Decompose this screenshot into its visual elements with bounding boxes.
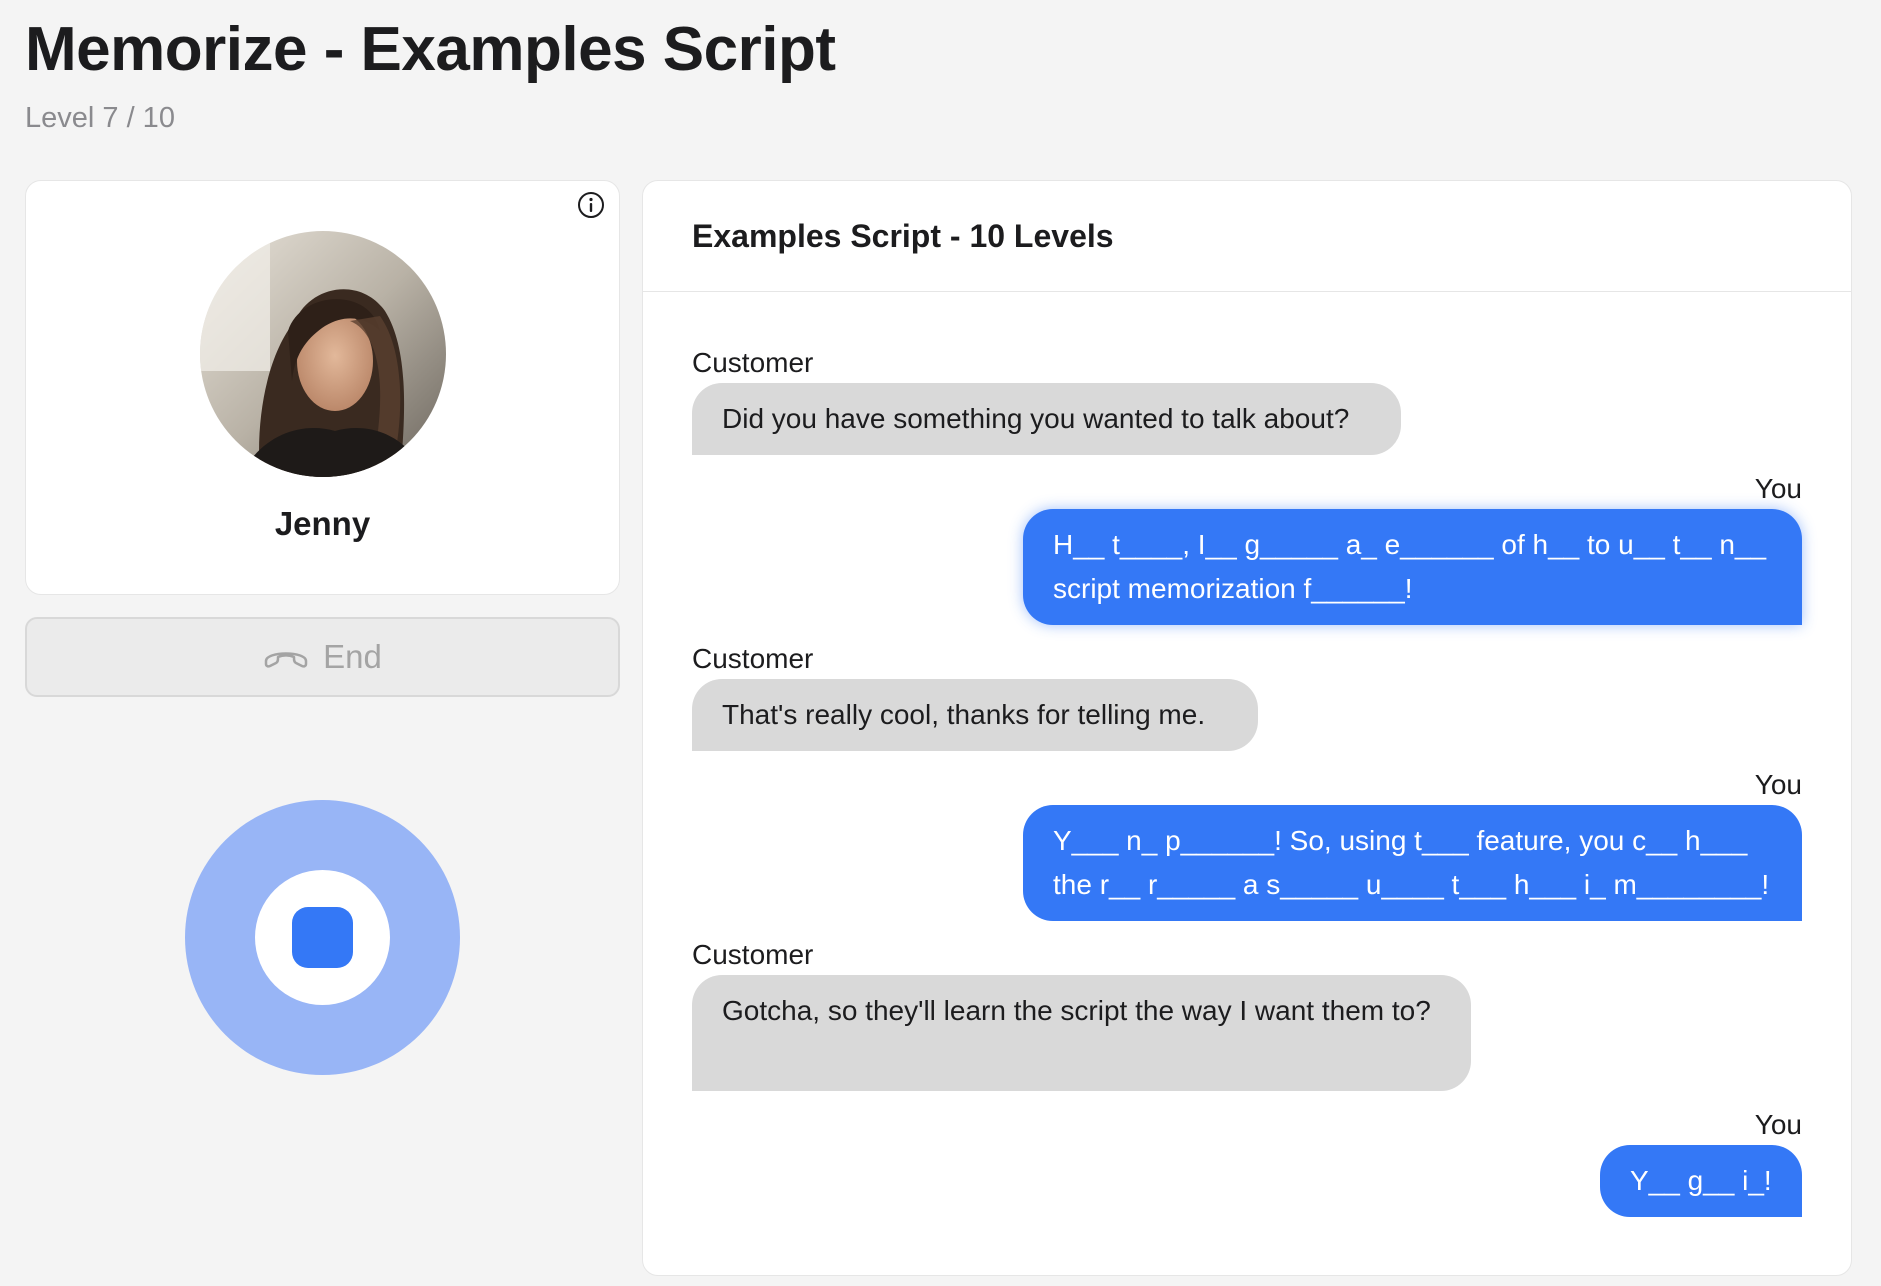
recording-indicator	[185, 800, 460, 1075]
caller-profile-card: Jenny	[25, 180, 620, 595]
message-bubble: Did you have something you wanted to tal…	[692, 383, 1401, 455]
recording-inner-ring	[255, 870, 390, 1005]
message-bubble: H__ t____, I__ g_____ a_ e______ of h__ …	[1023, 509, 1802, 625]
message-bubble: That's really cool, thanks for telling m…	[692, 679, 1258, 751]
message-sender: Customer	[692, 347, 814, 378]
stop-icon[interactable]	[292, 907, 353, 968]
caller-avatar	[200, 231, 446, 477]
message-bubble: Gotcha, so they'll learn the script the …	[692, 975, 1471, 1091]
message-sender: You	[1754, 1109, 1802, 1140]
message-customer: Customer Did you have something you want…	[692, 346, 1401, 455]
message-you: You H__ t____, I__ g_____ a_ e______ of …	[1002, 472, 1802, 625]
profile-photo	[200, 231, 446, 477]
level-indicator: Level 7 / 10	[25, 102, 175, 134]
page: Memorize - Examples Script Level 7 / 10	[0, 0, 1881, 1286]
end-call-button[interactable]: End	[25, 617, 620, 697]
message-you: You Y__ g__ i_!	[1502, 1108, 1802, 1217]
script-panel-header: Examples Script - 10 Levels	[643, 181, 1851, 292]
page-title: Memorize - Examples Script	[25, 15, 836, 84]
message-sender: Customer	[692, 939, 814, 970]
end-call-label: End	[323, 638, 382, 675]
script-panel: Examples Script - 10 Levels Customer Did…	[642, 180, 1852, 1276]
message-sender: You	[1754, 473, 1802, 504]
message-sender: Customer	[692, 643, 814, 674]
script-panel-title: Examples Script - 10 Levels	[692, 218, 1114, 254]
caller-name: Jenny	[274, 505, 371, 542]
message-bubble: Y__ g__ i_!	[1600, 1145, 1802, 1217]
message-customer: Customer That's really cool, thanks for …	[692, 642, 1258, 751]
phone-hangup-icon	[263, 645, 309, 669]
message-sender: You	[1754, 769, 1802, 800]
message-you: You Y___ n_ p______! So, using t___ feat…	[1002, 768, 1802, 921]
message-customer: Customer Gotcha, so they'll learn the sc…	[692, 938, 1471, 1091]
message-bubble: Y___ n_ p______! So, using t___ feature,…	[1023, 805, 1802, 921]
info-icon[interactable]	[577, 191, 605, 219]
